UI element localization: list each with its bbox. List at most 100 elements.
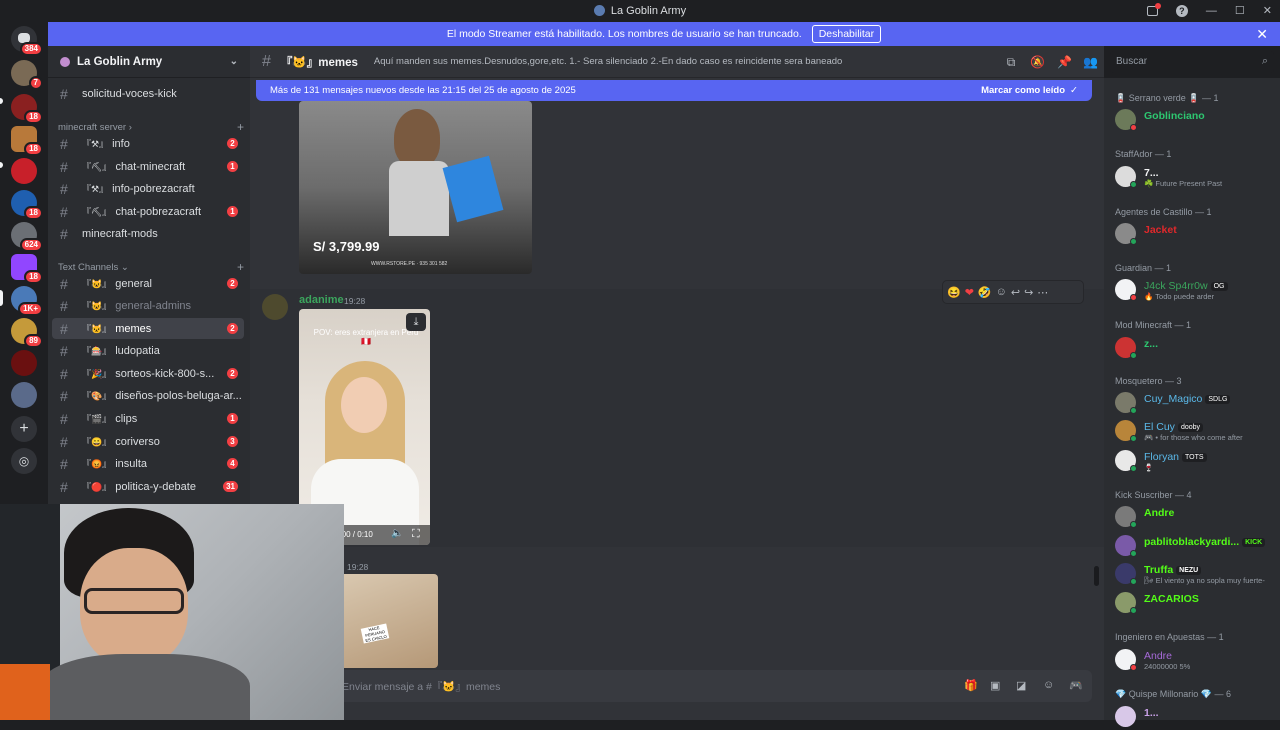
chevron-down-icon[interactable]: ⌄ xyxy=(230,56,238,67)
member-item[interactable]: 7... ☘️ Future Present Past xyxy=(1115,164,1275,190)
member-item[interactable]: Andre xyxy=(1115,504,1275,530)
channel-emoji: 『😀』 xyxy=(82,437,112,447)
volume-icon[interactable]: 🔈 xyxy=(391,528,403,539)
scrollbar-thumb[interactable] xyxy=(1094,566,1099,586)
channel-item[interactable]: # 『🎰』 ludopatia xyxy=(52,340,244,361)
member-item[interactable]: J4ck Sp4rr0w OG 🔥 Todo puede arder xyxy=(1115,277,1275,303)
member-item[interactable]: El Cuy dooby 🎮 • for those who come after xyxy=(1115,418,1275,444)
inbox-icon[interactable] xyxy=(1146,2,1161,16)
add-reaction-icon[interactable]: ☺ xyxy=(996,286,1007,298)
member-item[interactable]: Cuy_Magico SDLG xyxy=(1115,390,1275,416)
forward-icon[interactable]: ↪ xyxy=(1024,286,1033,299)
category-text-channels[interactable]: Text Channels ⌄ + xyxy=(58,260,244,274)
channel-topic[interactable]: Aquí manden sus memes.Desnudos,gore,etc.… xyxy=(374,56,842,67)
role-header: Ingeniero en Apuestas — 1 xyxy=(1115,632,1224,642)
role-header: Kick Suscriber — 4 xyxy=(1115,490,1192,500)
avatar[interactable] xyxy=(262,294,288,320)
channel-item[interactable]: # 『🎨』 diseños-polos-beluga-ar... xyxy=(52,385,244,406)
download-icon[interactable]: ⤓ xyxy=(406,313,426,331)
channel-item[interactable]: # 『🎬』 clips 1 xyxy=(52,408,244,429)
server-icon-1[interactable]: 7 xyxy=(11,60,43,90)
emoji-picker-icon[interactable]: ☺ xyxy=(1043,679,1054,691)
disable-streamer-button[interactable]: Deshabilitar xyxy=(811,25,882,43)
server-icon-2[interactable]: 18 xyxy=(11,94,43,124)
server-badge: 624 xyxy=(19,238,43,252)
channel-item[interactable]: # 『🔴』 politica-y-debate 31 xyxy=(52,476,244,497)
add-channel-icon[interactable]: + xyxy=(237,260,244,274)
gift-icon[interactable]: 🎁 xyxy=(964,679,978,692)
channel-item[interactable]: # 『😀』 coriverso 3 xyxy=(52,431,244,452)
member-item[interactable]: z... xyxy=(1115,335,1275,361)
member-item[interactable]: Andre 24000000 5% xyxy=(1115,647,1275,673)
server-icon-9[interactable] xyxy=(11,350,37,376)
member-name: z... xyxy=(1144,338,1159,350)
channel-item[interactable]: # 『⚒』 info 2 xyxy=(52,133,244,154)
channel-item-memes[interactable]: # 『🐱』 memes 2 xyxy=(52,318,244,339)
emoji-reaction-laugh[interactable]: 🤣 xyxy=(978,286,992,299)
status-dot xyxy=(1130,578,1137,585)
emoji-reaction-grin[interactable]: 😆 xyxy=(947,286,961,299)
sticker-icon[interactable]: ◪ xyxy=(1016,679,1026,692)
mark-as-read-button[interactable]: Marcar como leído xyxy=(981,85,1065,96)
maximize-icon[interactable]: ☐ xyxy=(1235,4,1245,17)
member-name: El Cuy dooby xyxy=(1144,421,1204,433)
channel-item[interactable]: # 『😺』 general-admins xyxy=(52,295,244,316)
server-icon-6[interactable]: 624 xyxy=(11,222,43,252)
server-header[interactable]: La Goblin Army ⌄ xyxy=(48,46,250,78)
member-list-icon[interactable]: 👥 xyxy=(1083,55,1098,69)
hash-icon: # xyxy=(60,180,68,197)
discover-icon[interactable]: ◎ xyxy=(11,448,37,474)
server-icon-8[interactable]: 89 xyxy=(11,318,43,348)
apps-icon[interactable]: 🎮 xyxy=(1069,679,1083,692)
channel-item[interactable]: # 『⛏』 chat-pobrezacraft 1 xyxy=(52,201,244,222)
server-badge: 18 xyxy=(24,270,43,284)
message-author[interactable]: adanime xyxy=(299,294,344,306)
member-item[interactable]: pablitoblackyardi... KICK xyxy=(1115,533,1275,559)
member-name: Cuy_Magico SDLG xyxy=(1144,393,1231,405)
close-window-icon[interactable]: ✕ xyxy=(1263,4,1272,17)
channel-name: solicitud-voces-kick xyxy=(82,87,177,100)
member-item[interactable]: 1... xyxy=(1115,704,1275,730)
member-item[interactable]: Jacket xyxy=(1115,221,1275,247)
minimize-icon[interactable]: — xyxy=(1206,5,1217,17)
channel-item[interactable]: # solicitud-voces-kick xyxy=(52,83,244,104)
channel-item[interactable]: # 『😡』 insulta 4 xyxy=(52,453,244,474)
fullscreen-icon[interactable]: ⛶ xyxy=(412,528,420,541)
channel-item[interactable]: # 『⚒』 info-pobrezacraft xyxy=(52,178,244,199)
server-icon-4[interactable] xyxy=(11,158,37,184)
gif-icon[interactable]: ▣ xyxy=(990,679,1000,692)
channel-item[interactable]: # minecraft-mods xyxy=(52,223,244,244)
member-item[interactable]: ZACARIOS xyxy=(1115,590,1275,616)
reply-icon[interactable]: ↩ xyxy=(1011,286,1020,299)
help-icon[interactable]: ? xyxy=(1175,4,1188,17)
close-banner-icon[interactable]: ✕ xyxy=(1256,26,1268,43)
channel-item[interactable]: # 『😺』 general 2 xyxy=(52,273,244,294)
server-icon-7[interactable]: 18 xyxy=(11,254,43,284)
message-image-photo[interactable]: HACE PERUANO ES CHICLO xyxy=(340,574,438,668)
direct-messages-icon[interactable]: 384 xyxy=(11,26,43,56)
emoji-reaction-heart[interactable]: ❤ xyxy=(965,286,974,299)
member-name: J4ck Sp4rr0w OG xyxy=(1144,280,1228,292)
server-icon-10[interactable] xyxy=(11,382,37,408)
member-item[interactable]: Truffa NEZU 🌬 El viento ya no sopla muy fu… xyxy=(1115,561,1275,587)
member-item[interactable]: Goblinciano xyxy=(1115,107,1275,133)
new-messages-bar[interactable]: Más de 131 mensajes nuevos desde las 21:… xyxy=(256,80,1092,101)
pin-icon[interactable]: 📌 xyxy=(1057,55,1072,69)
member-item[interactable]: Floryan TOTS 🍷 xyxy=(1115,448,1275,474)
threads-icon[interactable]: ⧉ xyxy=(1004,55,1018,69)
role-header: Mosquetero — 3 xyxy=(1115,376,1182,386)
channel-item[interactable]: # 『🎉』 sorteos-kick-800-s... 2 xyxy=(52,363,244,384)
message-image-ad[interactable]: S/ 3,799.99 WWW.RSTORE.PE · 935 301 582 xyxy=(299,101,532,274)
more-options-icon[interactable]: ⋯ xyxy=(1037,286,1048,299)
channel-emoji: 『🎨』 xyxy=(82,391,112,401)
server-icon-la-goblin-army[interactable]: 1K+ xyxy=(11,286,43,316)
server-icon-5[interactable]: 18 xyxy=(11,190,43,220)
channel-item[interactable]: # 『⛏』 chat-minecraft 1 xyxy=(52,156,244,177)
search-input[interactable]: Buscar ⌕ xyxy=(1110,51,1274,73)
category-minecraft[interactable]: minecraft server › + xyxy=(58,120,244,134)
message-composer[interactable]: Enviar mensaje a #『🐱』memes 🎁 ▣ ◪ ☺ 🎮 xyxy=(266,670,1092,702)
notification-bell-icon[interactable]: 🔕 xyxy=(1030,55,1045,69)
add-channel-icon[interactable]: + xyxy=(237,120,244,134)
add-server-icon[interactable]: + xyxy=(11,416,37,442)
server-icon-3[interactable]: 18 xyxy=(11,126,43,156)
